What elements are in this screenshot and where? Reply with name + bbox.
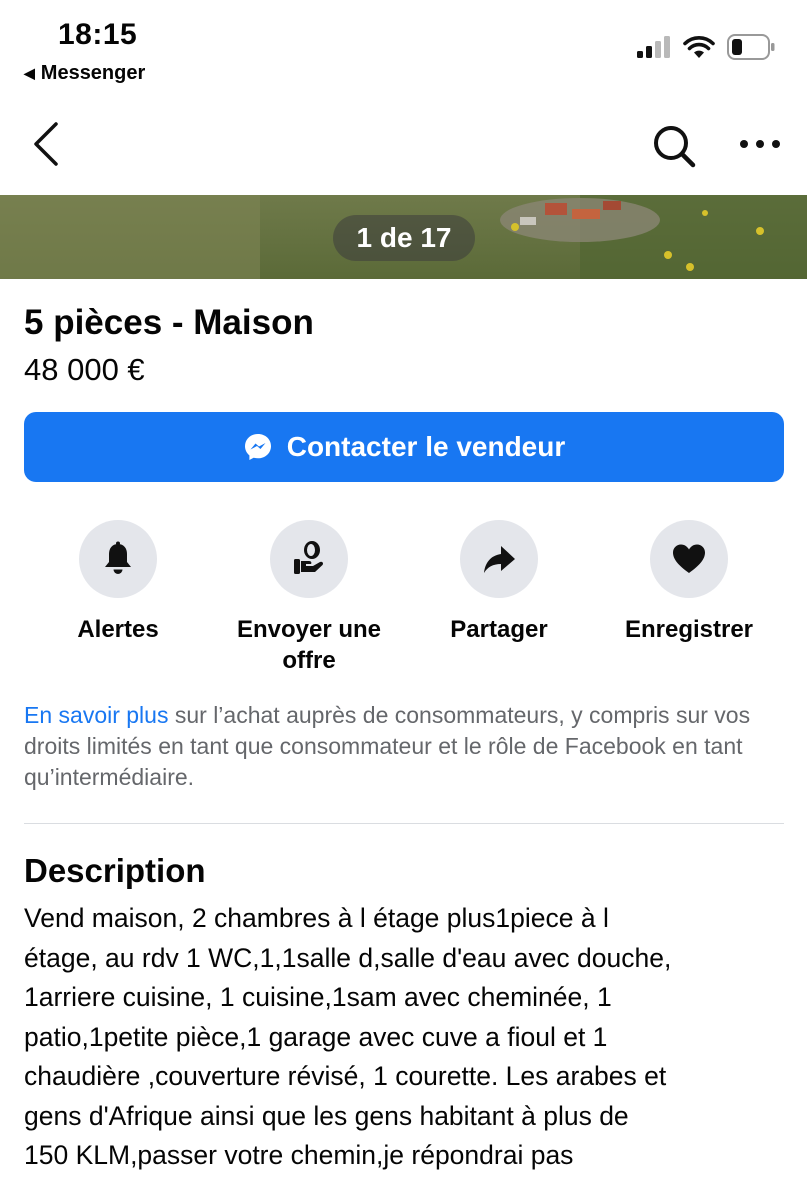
offer-hand-icon	[294, 541, 324, 574]
contact-seller-button[interactable]: Contacter le vendeur	[24, 412, 784, 482]
description-text: Vend maison, 2 chambres à l étage plus1p…	[24, 899, 799, 1176]
consumer-info-text: En savoir plus sur l’achat auprès de con…	[24, 700, 794, 793]
share-circle	[460, 520, 538, 598]
description-heading: Description	[24, 852, 206, 889]
search-icon[interactable]	[650, 122, 698, 170]
send-offer-circle	[270, 520, 348, 598]
contact-seller-label: Contacter le vendeur	[286, 431, 566, 462]
send-offer-button[interactable]: Envoyer une offre	[214, 520, 404, 676]
alerts-circle	[79, 520, 157, 598]
photo-counter: 1 de 17	[333, 215, 475, 261]
listing-price: 48 000 €	[24, 352, 145, 387]
save-label: Enregistrer	[624, 616, 754, 643]
share-arrow-icon	[484, 546, 515, 573]
description-line: 150 KLM,passer votre chemin,je répondrai…	[24, 1140, 574, 1170]
description-line: étage, au rdv 1 WC,1,1salle d,salle d'ea…	[24, 942, 672, 973]
chevron-left-icon[interactable]	[28, 120, 68, 168]
section-divider	[24, 823, 784, 824]
share-label: Partager	[450, 616, 548, 643]
save-button[interactable]: Enregistrer	[594, 520, 784, 645]
description-line: Vend maison, 2 chambres à l étage plus1p…	[24, 903, 609, 933]
status-time: 18:15	[58, 18, 138, 51]
more-horizontal-icon[interactable]	[738, 132, 782, 156]
messenger-icon	[244, 434, 271, 460]
system-icons	[637, 34, 775, 60]
alerts-button[interactable]: Alertes	[23, 520, 213, 645]
alerts-label: Alertes	[77, 616, 159, 643]
back-triangle-icon: ◀	[24, 65, 35, 81]
status-bar: 18:15 ◀ Messenger	[0, 0, 807, 95]
listing-title: 5 pièces - Maison	[24, 303, 314, 342]
save-circle	[650, 520, 728, 598]
wifi-icon	[683, 36, 715, 58]
description-line: chaudière ,couverture révisé, 1 courette…	[24, 1061, 667, 1091]
signal-icon	[637, 36, 670, 58]
description-line: gens d'Afrique ainsi que les gens habita…	[24, 1100, 629, 1131]
back-app-label: Messenger	[40, 62, 146, 84]
action-row: Alertes Envoyer une offre Partager Enreg…	[0, 520, 807, 680]
send-offer-label: Envoyer une offre	[236, 616, 382, 674]
back-to-app-link[interactable]: ◀ Messenger	[24, 62, 145, 85]
listing-photo[interactable]: 1 de 17	[0, 195, 807, 279]
description-line: 1arriere cuisine, 1 cuisine,1sam avec ch…	[24, 982, 612, 1012]
heart-icon	[673, 544, 705, 573]
share-button[interactable]: Partager	[404, 520, 594, 645]
top-navigation	[0, 110, 807, 180]
learn-more-link[interactable]: En savoir plus	[24, 702, 168, 728]
bell-icon	[105, 541, 131, 574]
description-line: patio,1petite pièce,1 garage avec cuve a…	[24, 1021, 608, 1052]
battery-icon	[727, 34, 775, 60]
